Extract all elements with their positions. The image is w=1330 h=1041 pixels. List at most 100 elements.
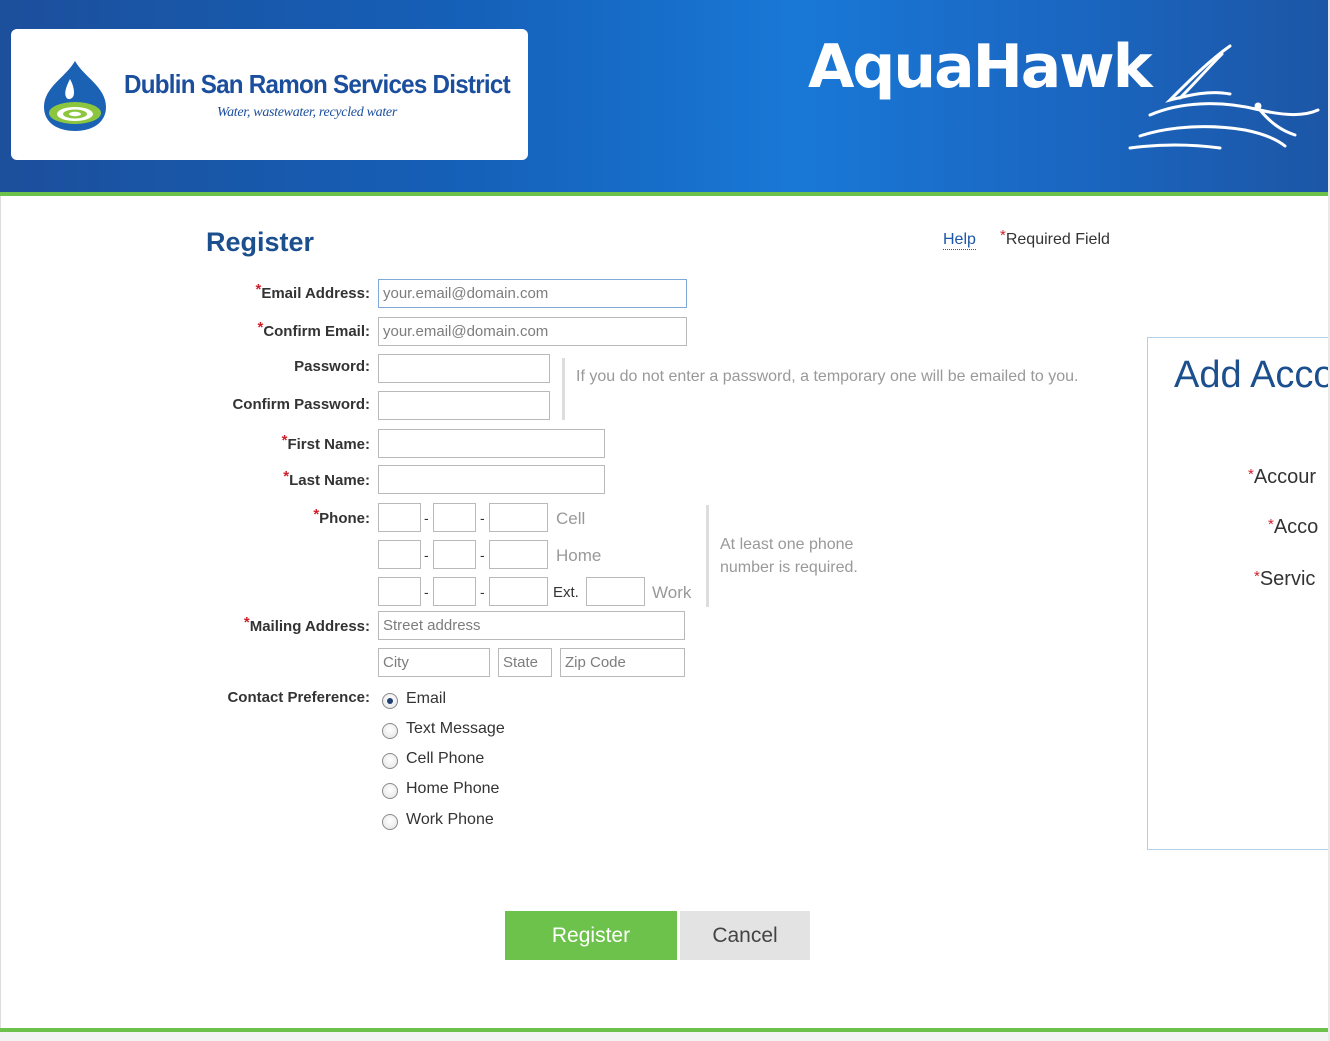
phone-hint: At least one phone number is required. <box>720 536 858 576</box>
email-placeholder: your.email@domain.com <box>383 285 549 302</box>
phone-separator: - <box>424 510 429 526</box>
required-marker: * <box>1248 466 1254 483</box>
confirm-email-placeholder: your.email@domain.com <box>383 323 549 340</box>
radio-button[interactable] <box>382 783 398 799</box>
cancel-button[interactable]: Cancel <box>680 911 810 960</box>
password-hint: If you do not enter a password, a tempor… <box>576 368 1079 385</box>
contact-preference-label: Contact Preference: <box>227 689 370 706</box>
footer <box>0 1032 1330 1041</box>
phone-separator: - <box>480 547 485 563</box>
cell-prefix-input[interactable] <box>433 503 476 532</box>
last-name-input[interactable] <box>378 465 605 494</box>
last-name-label: *Last Name: <box>283 468 370 489</box>
first-name-label-text: First Name: <box>287 436 370 453</box>
first-name-label: *First Name: <box>282 432 370 453</box>
page-title: Register <box>206 227 315 257</box>
phone-separator: - <box>480 510 485 526</box>
required-field-note: *Required Field <box>1000 227 1110 249</box>
work-line-input[interactable] <box>489 577 548 606</box>
home-area-code-input[interactable] <box>378 540 421 569</box>
district-logo-card: Dublin San Ramon Services District Water… <box>11 29 528 160</box>
required-marker: * <box>1254 568 1260 585</box>
mailing-address-label-text: Mailing Address: <box>249 618 370 635</box>
phone-label: *Phone: <box>313 506 370 527</box>
radio-button[interactable] <box>382 723 398 739</box>
work-extension-input[interactable] <box>586 577 645 606</box>
contact-option-label: Email <box>406 690 447 707</box>
street-placeholder: Street address <box>383 617 481 634</box>
service-field-label-text: Servic <box>1259 568 1316 590</box>
zip-code-input[interactable]: Zip Code <box>560 648 685 677</box>
confirm-email-label-text: Confirm Email: <box>263 323 370 340</box>
first-name-input[interactable] <box>378 429 605 458</box>
email-input[interactable]: your.email@domain.com <box>378 279 687 308</box>
district-name: Dublin San Ramon Services District <box>124 69 511 99</box>
last-name-label-text: Last Name: <box>289 472 370 489</box>
required-marker: * <box>243 614 250 631</box>
required-marker: * <box>255 281 262 298</box>
phone-label-text: Phone: <box>319 510 370 527</box>
email-label: *Email Address: <box>256 281 371 302</box>
radio-button[interactable] <box>382 753 398 769</box>
city-placeholder: City <box>383 654 409 671</box>
confirm-password-label: Confirm Password: <box>232 396 370 413</box>
required-marker: * <box>281 432 288 449</box>
city-input[interactable]: City <box>378 648 490 677</box>
contact-option-label: Cell Phone <box>406 750 485 767</box>
password-label: Password: <box>294 358 370 375</box>
required-marker: * <box>313 506 320 523</box>
add-account-title: Add Acco <box>1174 354 1330 396</box>
zip-placeholder: Zip Code <box>565 654 626 671</box>
street-address-input[interactable]: Street address <box>378 611 685 640</box>
account-field-label-text: Accour <box>1253 466 1317 488</box>
header-banner: Dublin San Ramon Services District Water… <box>0 0 1328 192</box>
header-accent-bar <box>0 192 1328 196</box>
password-input[interactable] <box>378 354 550 383</box>
required-marker: * <box>283 468 290 485</box>
required-marker: * <box>1268 516 1274 533</box>
contact-option-label: Text Message <box>406 720 505 737</box>
help-link[interactable]: Help <box>943 231 976 250</box>
district-tagline: Water, wastewater, recycled water <box>217 105 397 120</box>
state-input[interactable]: State <box>498 648 552 677</box>
radio-button[interactable] <box>382 814 398 830</box>
password-hint-divider <box>562 358 565 420</box>
phone-separator: - <box>480 584 485 600</box>
contact-option-label: Home Phone <box>406 780 500 797</box>
state-placeholder: State <box>503 654 539 671</box>
phone-separator: - <box>424 547 429 563</box>
account-field-label-text: Acco <box>1273 516 1319 538</box>
confirm-email-label: *Confirm Email: <box>257 319 370 340</box>
aquahawk-logo-text: AquaHawk <box>808 32 1153 102</box>
work-prefix-input[interactable] <box>433 577 476 606</box>
home-line-input[interactable] <box>489 540 548 569</box>
home-phone-type-label: Home <box>556 546 602 565</box>
mailing-address-label: *Mailing Address: <box>244 614 370 635</box>
register-button[interactable]: Register <box>505 911 677 960</box>
hawk-logo-icon <box>1128 44 1320 150</box>
phone-separator: - <box>424 584 429 600</box>
phone-hint-divider <box>706 505 709 607</box>
required-note-text: Required Field <box>1005 231 1110 248</box>
service-field-label: *Servic <box>1254 568 1315 591</box>
email-label-text: Email Address: <box>261 285 370 302</box>
water-drop-logo-icon <box>44 61 106 131</box>
contact-option-label: Work Phone <box>406 811 494 828</box>
page-left-border <box>0 196 1 1028</box>
work-phone-type-label: Work <box>652 583 692 602</box>
confirm-password-input[interactable] <box>378 391 550 420</box>
home-prefix-input[interactable] <box>433 540 476 569</box>
add-account-panel: Add Acco *Accour *Acco *Servic <box>1147 337 1330 850</box>
work-area-code-input[interactable] <box>378 577 421 606</box>
required-marker: * <box>1000 227 1006 244</box>
confirm-email-input[interactable]: your.email@domain.com <box>378 317 687 346</box>
account-field-label: *Accour <box>1248 466 1316 489</box>
cell-line-input[interactable] <box>489 503 548 532</box>
extension-label: Ext. <box>553 584 579 601</box>
radio-button[interactable] <box>382 693 398 709</box>
required-marker: * <box>257 319 264 336</box>
cell-area-code-input[interactable] <box>378 503 421 532</box>
cell-phone-type-label: Cell <box>556 509 586 528</box>
account-field-label: *Acco <box>1268 516 1318 539</box>
page: Dublin San Ramon Services District Water… <box>0 0 1330 1041</box>
